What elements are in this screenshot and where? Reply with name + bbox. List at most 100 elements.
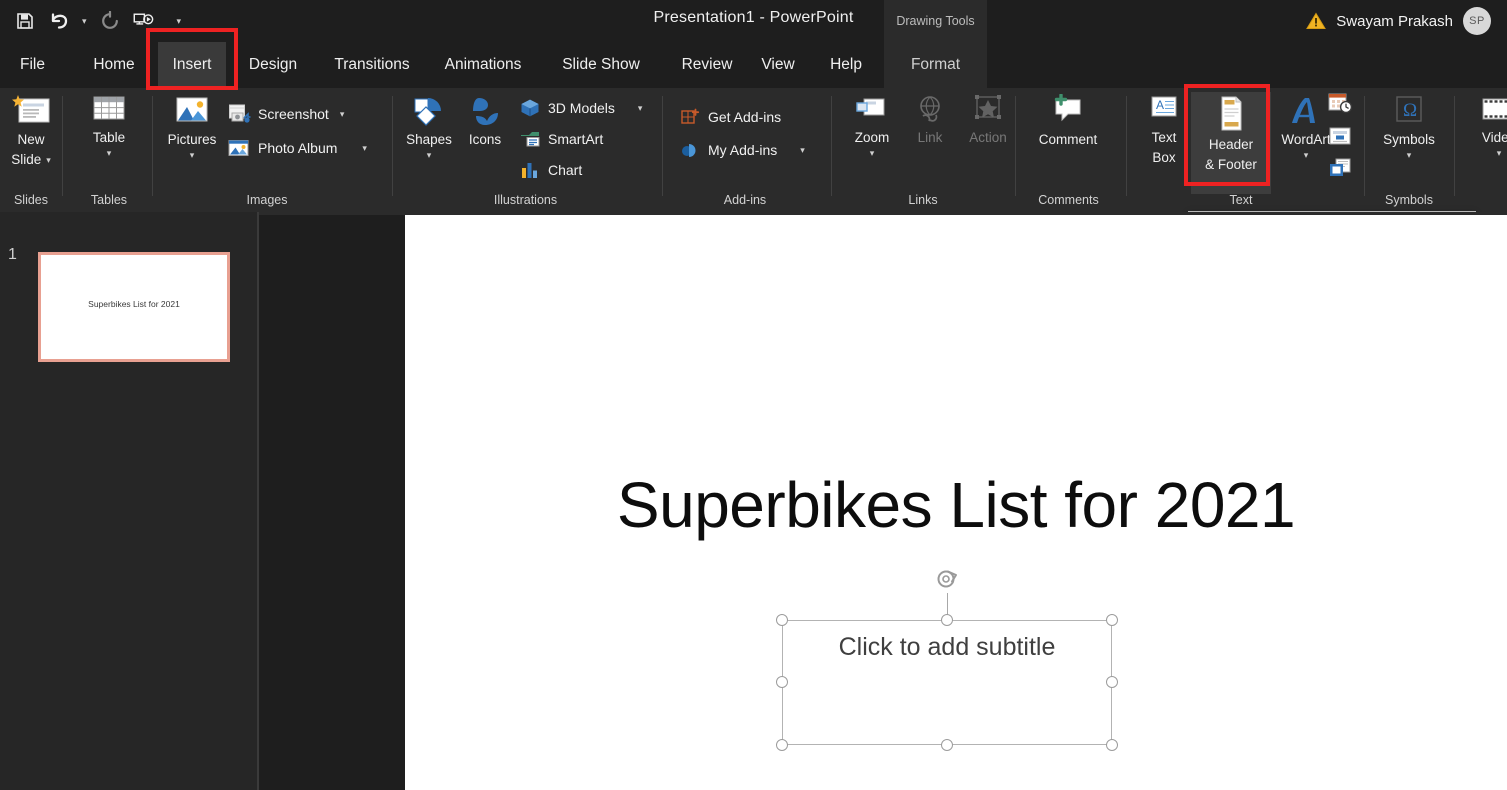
pictures-button[interactable]: Pictures ▾ [156,94,228,192]
tab-slide-show[interactable]: Slide Show [546,42,656,88]
tab-design[interactable]: Design [238,42,308,88]
ribbon-group-text: A Text Box Header & Footer WordArt ▾ [1127,88,1363,212]
slide-title-text[interactable]: Superbikes List for 2021 [405,468,1507,542]
my-add-ins-button[interactable]: My Add-ins ▾ [679,138,805,162]
slide-thumbnail-pane[interactable]: 1 Superbikes List for 2021 [0,212,257,790]
ribbon-group-comments: Comment Comments [1016,88,1121,212]
slide-thumbnail[interactable]: Superbikes List for 2021 [38,252,230,362]
smartart-icon [519,129,541,149]
text-box-label-line1: Text [1152,129,1177,146]
photo-album-button[interactable]: Photo Album ▾ [227,136,367,160]
object-icon [1327,156,1353,185]
avatar[interactable]: SP [1463,7,1491,35]
group-label-comments: Comments [1016,193,1121,207]
action-icon [968,94,1008,126]
comment-icon [1048,94,1088,128]
new-slide-button[interactable]: New Slide ▾ [0,94,67,192]
tab-transitions[interactable]: Transitions [320,42,424,88]
resize-handle-bottom-right[interactable] [1106,739,1118,751]
chevron-down-icon[interactable]: ▾ [340,109,345,120]
3d-models-label: 3D Models [548,100,615,116]
svg-text:Ω: Ω [1403,100,1417,121]
ribbon-group-media: Video ▾ [1455,88,1507,212]
chevron-down-icon[interactable]: ▾ [107,148,112,158]
wordart-label: WordArt [1281,131,1330,148]
icons-button[interactable]: Icons [455,94,515,192]
tab-insert[interactable]: Insert [158,42,226,88]
resize-handle-top-right[interactable] [1106,614,1118,626]
comment-label: Comment [1039,131,1098,148]
zoom-icon [852,94,892,126]
link-icon [910,94,950,126]
3d-models-button[interactable]: 3D Models ▾ [519,96,642,120]
smartart-label: SmartArt [548,131,603,147]
resize-handle-bottom-left[interactable] [776,739,788,751]
table-button[interactable]: Table ▾ [73,94,145,192]
tab-view[interactable]: View [752,42,804,88]
chevron-down-icon[interactable]: ▾ [46,155,51,165]
resize-handle-bottom-center[interactable] [941,739,953,751]
chevron-down-icon[interactable]: ▾ [800,145,805,156]
pictures-icon [172,94,212,128]
photo-album-label: Photo Album [258,140,337,156]
slide-canvas[interactable]: Superbikes List for 2021 Click to add su… [405,215,1507,790]
chart-button[interactable]: Chart [519,158,582,182]
video-button[interactable]: Video ▾ [1463,94,1507,192]
tab-file[interactable]: File [10,42,55,88]
table-label: Table [93,129,125,146]
get-add-ins-button[interactable]: Get Add-ins [679,105,781,129]
chevron-down-icon[interactable]: ▾ [190,150,195,160]
text-box-button[interactable]: A Text Box [1134,94,1194,192]
resize-handle-top-center[interactable] [941,614,953,626]
tab-animations[interactable]: Animations [431,42,535,88]
ribbon-group-tables: Table ▾ Tables [63,88,155,212]
insert-object-button[interactable] [1327,158,1353,182]
tab-review[interactable]: Review [668,42,746,88]
video-label: Video [1482,129,1507,146]
resize-handle-middle-left[interactable] [776,676,788,688]
subtitle-placeholder-text: Click to add subtitle [783,633,1111,662]
header-footer-label-line2: & Footer [1205,156,1257,173]
resize-handle-middle-right[interactable] [1106,676,1118,688]
chevron-down-icon[interactable]: ▾ [362,143,367,154]
symbols-button[interactable]: Ω Symbols ▾ [1373,94,1445,192]
pictures-label: Pictures [168,131,217,148]
list-item[interactable]: 1 Superbikes List for 2021 [0,232,257,362]
ribbon-group-add-ins: Get Add-ins My Add-ins ▾ Add-ins [663,88,827,212]
chevron-down-icon[interactable]: ▾ [1304,150,1309,160]
group-label-links: Links [832,193,1014,207]
tab-help[interactable]: Help [818,42,874,88]
wordart-icon [1286,94,1326,128]
ribbon: New Slide ▾ Slides Table ▾ Tables [0,88,1507,212]
chevron-down-icon[interactable]: ▾ [1497,148,1502,158]
chart-icon [519,160,541,180]
video-icon [1479,94,1507,126]
warning-icon [1306,12,1326,30]
smartart-button[interactable]: SmartArt [519,127,603,151]
chevron-down-icon[interactable]: ▾ [638,103,643,114]
icons-label: Icons [469,131,501,148]
chevron-down-icon[interactable]: ▾ [427,150,432,160]
symbols-omega-icon: Ω [1390,94,1428,128]
tab-home[interactable]: Home [79,42,149,88]
date-and-time-icon [1327,91,1353,120]
chevron-down-icon[interactable]: ▾ [870,148,875,158]
screenshot-label: Screenshot [258,106,329,122]
account-name[interactable]: Swayam Prakash [1336,13,1453,30]
comment-button[interactable]: Comment [1032,94,1104,192]
rotate-handle[interactable] [934,567,960,593]
ribbon-group-links: Zoom ▾ Link Action Links [832,88,1014,212]
my-add-ins-icon [679,140,701,160]
date-and-time-button[interactable] [1327,93,1353,117]
header-and-footer-button[interactable]: Header & Footer [1191,92,1271,194]
slide-number-button[interactable] [1327,126,1353,150]
slide-editing-stage: Superbikes List for 2021 Click to add su… [259,212,1507,790]
screenshot-button[interactable]: Screenshot ▾ [227,102,344,126]
text-box-icon: A [1145,94,1183,126]
tab-format[interactable]: Format [884,42,987,88]
chevron-down-icon[interactable]: ▾ [1407,150,1412,160]
group-label-text: Text [1116,193,1366,207]
resize-handle-top-left[interactable] [776,614,788,626]
subtitle-placeholder[interactable]: Click to add subtitle [782,620,1112,745]
powerpoint-window: ▾ ▾ Presentation1 - PowerPoint Drawing T… [0,0,1507,790]
